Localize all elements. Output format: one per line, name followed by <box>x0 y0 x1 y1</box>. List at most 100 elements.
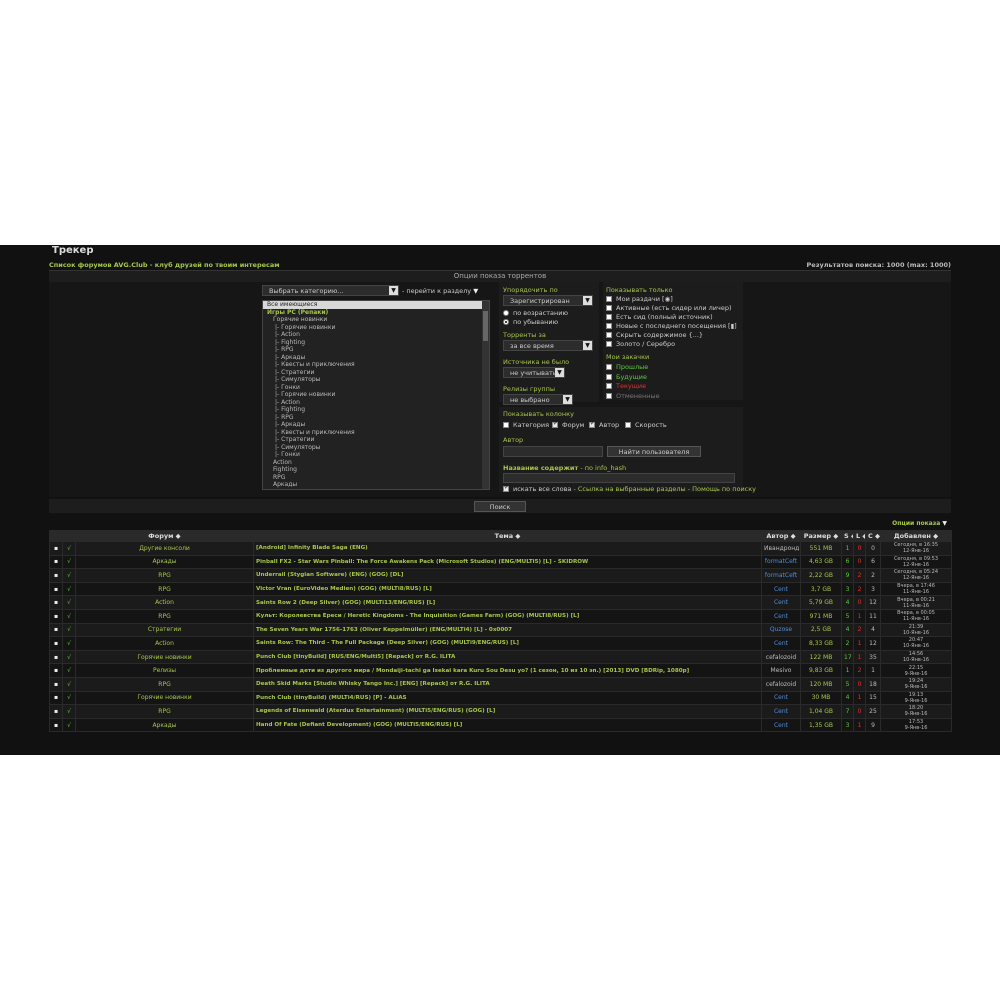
size-cell[interactable]: 3,7 GB <box>800 581 842 597</box>
category-option[interactable]: |- Квесты и приключения <box>263 429 489 437</box>
author-cell[interactable]: cefalozoid <box>761 676 801 692</box>
category-option[interactable]: |- Симуляторы <box>263 444 489 452</box>
size-cell[interactable]: 9,83 GB <box>800 663 842 678</box>
author-cell[interactable]: Cent <box>761 608 801 624</box>
display-options-link[interactable]: Опции показа ▼ <box>892 520 947 527</box>
leechers-column-header[interactable]: L ◆ <box>853 530 866 542</box>
find-user-button[interactable]: Найти пользователя <box>607 446 701 457</box>
author-cell[interactable]: Cent <box>761 581 801 597</box>
author-cell[interactable]: Ивандронд <box>761 541 801 556</box>
category-option[interactable]: |- Квесты и приключения <box>263 361 489 369</box>
checkbox-icon[interactable] <box>625 422 631 428</box>
size-column-header[interactable]: Размер ◆ <box>800 530 842 542</box>
checkbox-icon[interactable] <box>589 420 595 428</box>
table-row[interactable]: ▪ √ Горячие новинки Punch Club [tinyBuild] … <box>49 649 952 665</box>
source-select[interactable]: не учитывать ▼ <box>503 367 565 378</box>
topic-link[interactable]: Hand Of Fate (Defiant Development) (GOG)… <box>253 717 762 733</box>
checkbox-icon[interactable] <box>606 332 612 338</box>
column-option[interactable]: Форум <box>552 420 584 429</box>
info-hash-link[interactable]: - по info_hash <box>580 464 626 472</box>
size-cell[interactable]: 8,33 GB <box>800 636 842 651</box>
author-column-header[interactable]: Автор ◆ <box>761 530 801 542</box>
sort-asc-radio[interactable]: по возрастанию <box>503 309 568 317</box>
topic-link[interactable]: The Seven Years War 1756-1763 (Oliver Ke… <box>253 622 762 638</box>
category-option[interactable]: |- Гонки <box>263 451 489 459</box>
category-option[interactable]: Action <box>263 459 489 467</box>
forum-cell[interactable]: RPG <box>75 704 254 719</box>
author-cell[interactable]: formatCeft <box>761 554 801 570</box>
group-select[interactable]: не выбрано ▼ <box>503 394 573 405</box>
show-only-option[interactable]: Активные (есть сидер или личер) <box>606 304 732 312</box>
topic-column-header[interactable]: Тема ◆ <box>253 530 762 542</box>
search-button[interactable]: Поиск <box>474 501 526 512</box>
forum-cell[interactable]: Action <box>75 636 254 651</box>
author-cell[interactable]: Cent <box>761 690 801 706</box>
added-column-header[interactable]: Добавлен ◆ <box>880 530 952 542</box>
sort-desc-radio[interactable]: по убыванию <box>503 318 558 326</box>
category-option[interactable]: |- Fighting <box>263 339 489 347</box>
checkbox-icon[interactable] <box>606 296 612 302</box>
checkbox-icon[interactable] <box>606 314 612 320</box>
category-option[interactable]: RPG <box>263 474 489 482</box>
topic-link[interactable]: Saints Row: The Third - The Full Package… <box>253 636 762 651</box>
checkbox-icon[interactable] <box>503 484 509 492</box>
table-row[interactable]: ▪ √ RPG Victor Vran (EuroVideo Medien) (GOG… <box>49 581 952 597</box>
size-cell[interactable]: 122 MB <box>800 649 842 665</box>
checkbox-icon[interactable] <box>606 323 612 329</box>
forum-cell[interactable]: RPG <box>75 581 254 597</box>
topic-link[interactable]: Legends of Eisenwald (Aterdux Entertainm… <box>253 704 762 719</box>
size-cell[interactable]: 2,5 GB <box>800 622 842 638</box>
size-cell[interactable]: 5,79 GB <box>800 595 842 610</box>
category-option[interactable]: |- Fighting <box>263 406 489 414</box>
download-option[interactable]: Будущие <box>606 373 647 381</box>
checkbox-icon[interactable] <box>552 420 558 428</box>
category-option[interactable]: |- Action <box>263 331 489 339</box>
checkbox-icon[interactable] <box>606 364 612 370</box>
table-row[interactable]: ▪ √ RPG Underrail (Stygian Software) (ENG) … <box>49 568 952 583</box>
category-option[interactable]: |- RPG <box>263 346 489 354</box>
topic-link[interactable]: Punch Club [tinyBuild] [RUS/ENG/Multi5] … <box>253 649 762 665</box>
topic-link[interactable]: Pinball FX2 - Star Wars Pinball: The For… <box>253 554 762 570</box>
forum-cell[interactable]: RPG <box>75 568 254 583</box>
category-option[interactable]: Fighting <box>263 466 489 474</box>
author-cell[interactable]: Mesivo <box>761 663 801 678</box>
sort-select[interactable]: Зарегистрирован ▼ <box>503 295 593 306</box>
table-row[interactable]: ▪ √ RPG Legends of Eisenwald (Aterdux Enter… <box>49 704 952 719</box>
author-cell[interactable]: formatCeft <box>761 568 801 583</box>
forum-cell[interactable]: RPG <box>75 608 254 624</box>
search-help-links[interactable]: - Ссылка на выбранные разделы - Помощь п… <box>573 485 756 493</box>
seeders-column-header[interactable]: S ◆ <box>841 530 854 542</box>
table-row[interactable]: ▪ √ Стратегии The Seven Years War 1756-1763… <box>49 622 952 638</box>
category-option[interactable]: |- Стратегии <box>263 369 489 377</box>
author-cell[interactable]: Cent <box>761 717 801 733</box>
show-only-option[interactable]: Мои раздачи [◉] <box>606 295 673 303</box>
show-only-option[interactable]: Новые с последнего посещения [▮] <box>606 322 737 330</box>
completed-column-header[interactable]: C ◆ <box>865 530 881 542</box>
forum-cell[interactable]: Аркады <box>75 554 254 570</box>
forum-cell[interactable]: Горячие новинки <box>75 690 254 706</box>
checkbox-icon[interactable] <box>606 305 612 311</box>
category-option[interactable]: |- Гонки <box>263 384 489 392</box>
forum-list-link[interactable]: Список форумов AVG.Club - клуб друзей по… <box>49 261 280 269</box>
column-option[interactable]: Скорость <box>625 421 667 429</box>
topic-link[interactable]: Death Skid Marks [Studio Whisky Tango In… <box>253 676 762 692</box>
checkbox-icon[interactable] <box>606 341 612 347</box>
category-option[interactable]: |- Аркады <box>263 421 489 429</box>
category-option[interactable]: Игры PC (Репаки) <box>263 309 489 317</box>
download-option[interactable]: Прошлые <box>606 363 648 371</box>
topic-link[interactable]: Punch Club (tinyBuild) (MULTi4/RUS) [P] … <box>253 690 762 706</box>
show-only-option[interactable]: Скрыть содержимое {...} <box>606 331 703 339</box>
author-cell[interactable]: Quzose <box>761 622 801 638</box>
category-option[interactable]: |- Стратегии <box>263 436 489 444</box>
size-cell[interactable]: 2,22 GB <box>800 568 842 583</box>
topic-link[interactable]: Saints Row 2 (Deep Silver) (GOG) (MULTi1… <box>253 595 762 610</box>
size-cell[interactable]: 4,63 GB <box>800 554 842 570</box>
category-option[interactable]: Горячие новинки <box>263 316 489 324</box>
table-row[interactable]: ▪ √ Другие консоли [Android] Infinity Blade… <box>49 541 952 556</box>
forum-cell[interactable]: Action <box>75 595 254 610</box>
topic-link[interactable]: Проблемные дети из другого мира / Mondai… <box>253 663 762 678</box>
author-cell[interactable]: Cent <box>761 704 801 719</box>
table-row[interactable]: ▪ √ Аркады Pinball FX2 - Star Wars Pinball:… <box>49 554 952 570</box>
category-option[interactable]: |- Горячие новинки <box>263 324 489 332</box>
category-listbox[interactable]: Все имеющиеся Игры PC (Репаки) Горячие нов… <box>262 300 490 490</box>
